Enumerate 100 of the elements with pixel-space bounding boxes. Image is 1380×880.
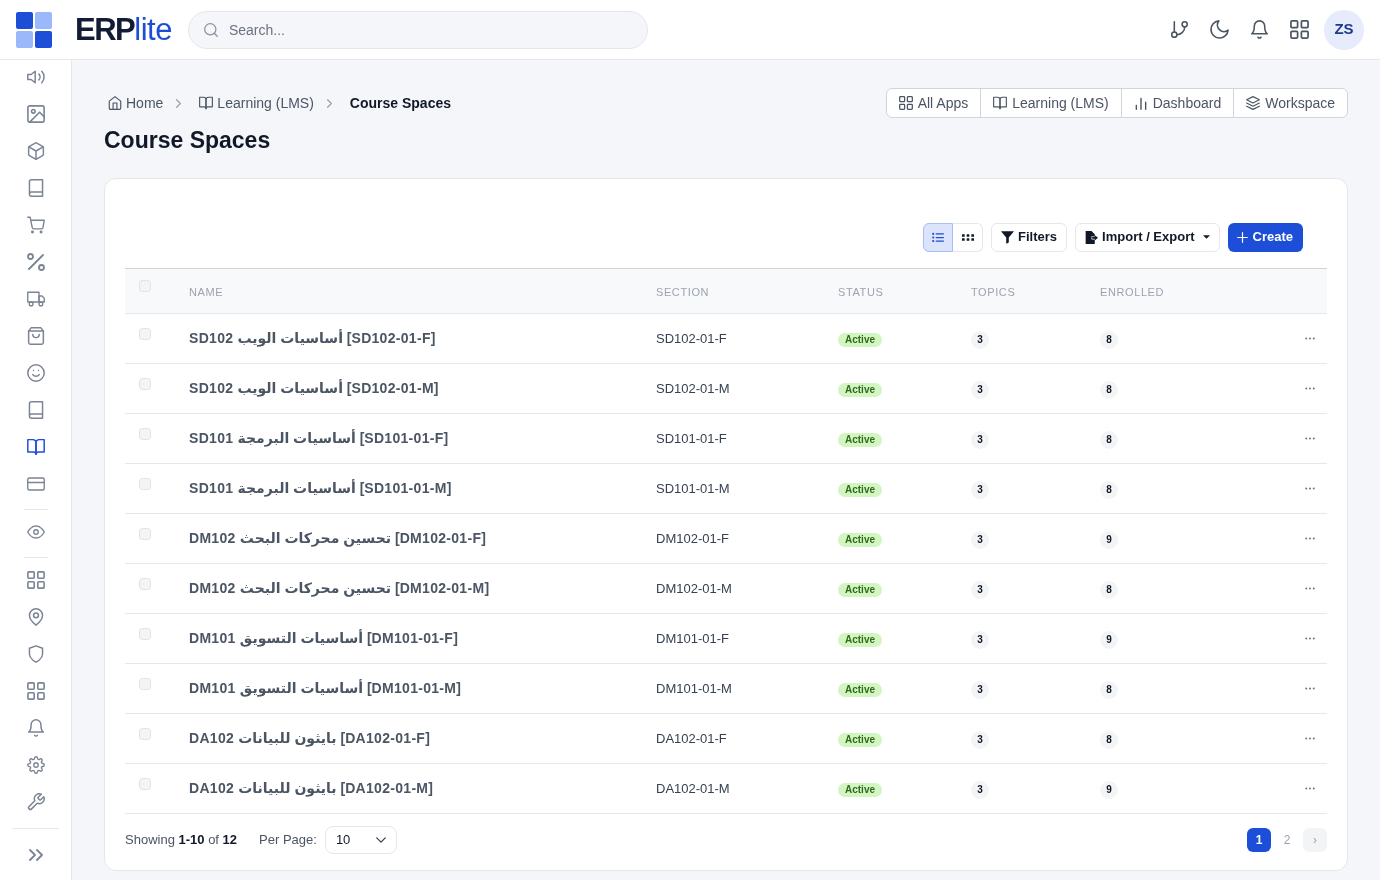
status-badge: Active — [838, 633, 882, 647]
section-code: DM102-01-M — [656, 581, 732, 596]
column-header: NAME — [189, 285, 224, 298]
row-checkbox[interactable] — [139, 577, 151, 590]
quick-link-button[interactable]: Dashboard — [1120, 88, 1235, 118]
enrolled-count: 8 — [1100, 430, 1118, 449]
chevron-down-icon — [375, 837, 386, 843]
topics-count: 3 — [971, 480, 989, 499]
filters-button[interactable]: Filters — [991, 222, 1068, 252]
section-code: SD102-01-F — [656, 331, 727, 346]
topics-count: 3 — [971, 330, 989, 349]
row-checkbox[interactable] — [139, 627, 151, 640]
topics-count: 3 — [971, 380, 989, 399]
status-badge: Active — [838, 733, 882, 747]
status-badge: Active — [838, 483, 882, 497]
row-checkbox[interactable] — [139, 727, 151, 740]
row-checkbox[interactable] — [139, 377, 151, 390]
course-name: DM101 أساسيات التسويق [DM101-01-M] — [189, 680, 461, 696]
grid-view-button[interactable] — [953, 222, 984, 252]
eye-icon — [26, 523, 45, 541]
logo-icon — [16, 11, 52, 48]
row-checkbox[interactable] — [139, 327, 151, 340]
row-checkbox[interactable] — [139, 427, 151, 440]
enrolled-count: 9 — [1100, 630, 1118, 649]
course-name: DM102 تحسين محركات البحث [DM102-01-M] — [189, 580, 490, 596]
topics-count: 3 — [971, 630, 989, 649]
ellipsis-icon — [1305, 487, 1315, 490]
bar-chart-icon — [1133, 96, 1148, 110]
course-name: DA102 بايثون للبيانات [DA102-01-M] — [189, 780, 433, 796]
course-name: DA102 بايثون للبيانات [DA102-01-F] — [189, 730, 430, 746]
row-checkbox[interactable] — [139, 477, 151, 490]
grid-icon — [26, 682, 45, 700]
image-icon — [26, 105, 45, 123]
topics-count: 3 — [971, 430, 989, 449]
speaker-icon — [26, 68, 45, 86]
column-header: STATUS — [838, 285, 884, 298]
topics-count: 3 — [971, 580, 989, 599]
book-icon — [26, 179, 45, 197]
course-name: DM102 تحسين محركات البحث [DM102-01-F] — [189, 530, 486, 546]
page-title: Course Spaces — [104, 126, 271, 155]
bell-icon — [26, 719, 45, 737]
section-code: SD102-01-M — [656, 381, 730, 396]
create-button[interactable]: Create — [1227, 222, 1303, 252]
grid-icon — [1289, 20, 1309, 39]
import-export-button[interactable]: Import / Export — [1075, 222, 1220, 252]
grid-icon — [898, 96, 913, 110]
breadcrumb-link[interactable]: Learning (LMS) — [199, 92, 314, 114]
section-code: DM102-01-F — [656, 531, 729, 546]
breadcrumb-link[interactable]: Home — [108, 92, 164, 114]
status-badge: Active — [838, 583, 882, 597]
topics-count: 3 — [971, 780, 989, 799]
per-page-select[interactable]: 10 — [324, 826, 397, 854]
search-field[interactable]: Search... — [187, 10, 648, 49]
funnel-icon — [1001, 230, 1015, 244]
wrench-icon — [26, 793, 45, 811]
row-checkbox[interactable] — [139, 777, 151, 790]
status-badge: Active — [838, 533, 882, 547]
smiley-icon — [26, 364, 45, 382]
status-badge: Active — [838, 783, 882, 797]
credit-card-icon — [26, 475, 45, 493]
quick-link-button[interactable]: Workspace — [1233, 88, 1348, 118]
ellipsis-icon — [1305, 537, 1315, 540]
ellipsis-icon — [1305, 337, 1315, 340]
row-checkbox[interactable] — [139, 527, 151, 540]
pagination-summary: Showing 1-10 of 12 — [125, 831, 238, 850]
row-checkbox[interactable] — [139, 677, 151, 690]
search-icon — [203, 22, 218, 37]
percent-icon — [26, 253, 45, 271]
quick-link-button[interactable]: All Apps — [885, 88, 982, 118]
quick-link-button[interactable]: Learning (LMS) — [980, 88, 1122, 118]
breadcrumb-current: Course Spaces — [349, 93, 452, 113]
chevron-right-icon — [176, 98, 182, 108]
per-page-label: Per Page: — [259, 831, 317, 850]
map-pin-icon — [26, 608, 45, 626]
column-header: ENROLLED — [1100, 285, 1165, 298]
ellipsis-icon — [1305, 687, 1315, 690]
enrolled-count: 8 — [1100, 330, 1118, 349]
user-avatar[interactable]: ZS — [1324, 9, 1364, 50]
topics-count: 3 — [971, 530, 989, 549]
ellipsis-icon — [1305, 387, 1315, 390]
open-book-icon — [199, 96, 214, 110]
open-book-icon — [993, 96, 1008, 110]
plus-icon — [1236, 231, 1248, 243]
status-badge: Active — [838, 683, 882, 697]
list-view-button[interactable] — [923, 222, 954, 252]
enrolled-count: 8 — [1100, 730, 1118, 749]
section-code: DM101-01-F — [656, 631, 729, 646]
column-header: TOPICS — [971, 285, 1016, 298]
caret-down-icon — [1202, 235, 1210, 239]
select-all-checkbox[interactable] — [139, 280, 151, 292]
ellipsis-icon — [1305, 737, 1315, 740]
cart-icon — [26, 216, 45, 234]
bell-icon — [1249, 20, 1269, 39]
shield-icon — [26, 645, 45, 663]
page-button[interactable]: 1 — [1247, 828, 1271, 852]
topics-count: 3 — [971, 680, 989, 699]
section-code: SD101-01-M — [656, 481, 730, 496]
course-name: SD101 أساسيات البرمجة [SD101-01-F] — [189, 430, 449, 446]
chevron-right-icon — [326, 98, 332, 108]
course-name: SD101 أساسيات البرمجة [SD101-01-M] — [189, 480, 452, 496]
